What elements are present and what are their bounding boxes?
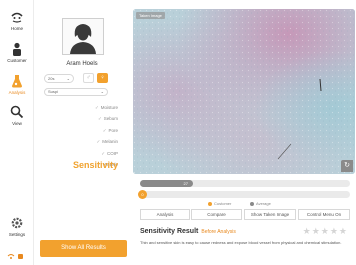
category-coip[interactable]: ✓ COIP bbox=[95, 148, 118, 159]
slider-knob[interactable]: 0 bbox=[138, 190, 147, 199]
customer-name: Aram Hoels bbox=[66, 61, 98, 67]
category-label: Moisture bbox=[100, 105, 118, 110]
tab-control-menu-on[interactable]: Control Menu On bbox=[298, 209, 350, 220]
check-icon: ✓ bbox=[94, 105, 99, 110]
category-label: Sebum bbox=[103, 116, 118, 122]
legend-average: Average bbox=[250, 201, 271, 206]
gender-female-button[interactable]: ♀ bbox=[97, 73, 108, 83]
show-all-results-button[interactable]: Show All Results bbox=[40, 240, 127, 257]
legend-dot-customer bbox=[208, 201, 212, 206]
nav-analysis[interactable]: Analysis bbox=[0, 74, 34, 95]
check-icon: ✓ bbox=[101, 150, 105, 156]
rating-stars: ★★★★★ bbox=[303, 226, 348, 237]
gender-male-button[interactable]: ♂ bbox=[83, 73, 94, 83]
tab-compare[interactable]: Compare bbox=[191, 209, 242, 220]
nav-customer[interactable]: Customer bbox=[0, 42, 34, 63]
chevron-down-icon: ⌄ bbox=[66, 76, 70, 81]
star-icon: ★ bbox=[329, 226, 339, 236]
age-select[interactable]: 20s ⌄ bbox=[44, 74, 74, 83]
category-sensitivity-active[interactable]: Sensitivity bbox=[73, 160, 118, 170]
rotate-icon[interactable]: ↻ bbox=[341, 160, 353, 172]
star-icon: ★ bbox=[320, 226, 330, 236]
check-icon: ✓ bbox=[97, 116, 102, 122]
female-icon: ♀ bbox=[100, 75, 105, 81]
wifi-icon bbox=[7, 254, 23, 259]
star-icon: ★ bbox=[338, 226, 348, 236]
nav-analysis-label: Analysis bbox=[8, 90, 26, 95]
category-melanin[interactable]: ✓ Melanin bbox=[95, 136, 118, 147]
legend-average-label: Average bbox=[256, 201, 271, 206]
nav-settings-label: Settings bbox=[8, 232, 26, 237]
nav-settings[interactable]: Settings bbox=[0, 216, 34, 237]
avatar-silhouette-icon bbox=[70, 24, 96, 54]
skin-image[interactable]: Taken Image ↻ bbox=[133, 9, 355, 174]
nav-home-label: Home bbox=[10, 26, 23, 31]
category-pore[interactable]: ✓ Pore bbox=[95, 125, 118, 136]
taken-image-tag: Taken Image bbox=[136, 12, 165, 19]
nav-view[interactable]: View bbox=[0, 105, 34, 126]
legend-customer: Customer bbox=[208, 201, 231, 206]
chevron-down-icon: ⌄ bbox=[100, 89, 104, 94]
result-title: Sensitivity Result Before Analysis bbox=[140, 228, 236, 235]
legend-dot-average bbox=[250, 201, 254, 206]
tab-analysis[interactable]: Analysis bbox=[140, 209, 190, 220]
star-icon: ★ bbox=[311, 226, 321, 236]
result-description: Thin and sensitive skin is easy to cause… bbox=[140, 240, 342, 245]
category-label: Pore bbox=[108, 127, 118, 133]
customer-score-bar: 27 bbox=[140, 180, 350, 187]
avatar bbox=[62, 18, 104, 55]
skin-type-value: Suspi bbox=[48, 89, 59, 94]
nav-view-label: View bbox=[12, 121, 22, 126]
male-icon: ♂ bbox=[86, 75, 91, 81]
tab-show-taken-image[interactable]: Show Taken Image bbox=[244, 209, 296, 220]
star-icon: ★ bbox=[302, 226, 312, 236]
category-moisture[interactable]: ✓ Moisture bbox=[95, 102, 118, 113]
gear-icon bbox=[11, 217, 23, 229]
nav-home[interactable]: Home bbox=[0, 10, 34, 31]
home-robot-icon bbox=[11, 12, 23, 23]
category-label: Melanin bbox=[102, 139, 118, 145]
age-value: 20s bbox=[48, 76, 55, 81]
nav-rail: Home Customer Analysis View Settings bbox=[0, 0, 34, 265]
profile-panel: Aram Hoels 20s ⌄ ♂ ♀ Suspi ⌄ ✓ Moisture ✓… bbox=[34, 0, 130, 265]
skin-type-select[interactable]: Suspi ⌄ bbox=[44, 88, 108, 96]
status-icons bbox=[0, 247, 34, 265]
result-title-text: Sensitivity Result bbox=[140, 228, 199, 235]
legend-customer-label: Customer bbox=[214, 201, 232, 206]
average-score-bar: 0 bbox=[138, 190, 350, 199]
result-subtitle: Before Analysis bbox=[201, 229, 236, 235]
person-icon bbox=[13, 42, 21, 56]
customer-score-value: 27 bbox=[183, 181, 188, 186]
category-label: COIP bbox=[106, 150, 118, 156]
check-icon: ✓ bbox=[102, 127, 107, 133]
check-icon: ✓ bbox=[96, 139, 101, 145]
flask-icon bbox=[12, 75, 22, 88]
magnifier-icon bbox=[10, 105, 24, 119]
nav-customer-label: Customer bbox=[7, 58, 27, 63]
category-sebum[interactable]: ✓ Sebum bbox=[95, 113, 118, 124]
skin-texture-image bbox=[133, 9, 355, 174]
